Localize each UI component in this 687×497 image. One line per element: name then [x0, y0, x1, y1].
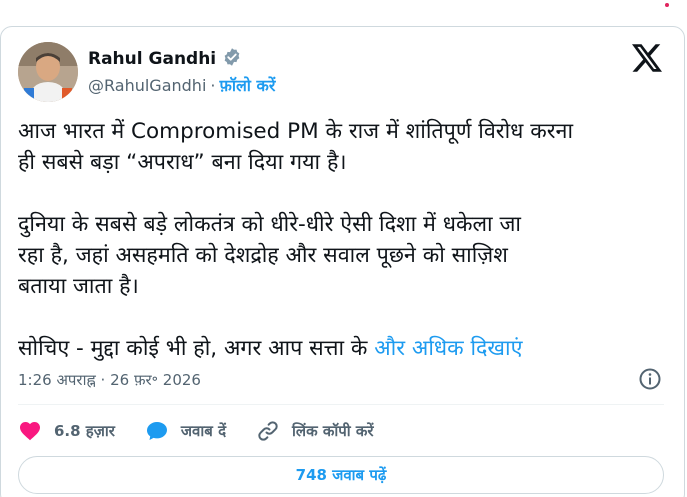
tweet-line: ही सबसे बड़ा “अपराध” बना दिया गया है।: [18, 150, 347, 175]
verified-badge-icon: [222, 47, 242, 71]
x-logo-icon[interactable]: [632, 44, 662, 72]
heart-icon: [20, 422, 40, 441]
tweet-line: रहा है, जहां असहमति को देशद्रोह और सवाल …: [18, 243, 508, 268]
action-bar: 6.8 हज़ार जवाब दें लिंक कॉपी करें: [18, 418, 404, 444]
reply-bubble-icon: [146, 422, 167, 440]
read-replies-button[interactable]: 748 जवाब पढ़ें: [18, 456, 664, 494]
info-icon[interactable]: [638, 367, 662, 391]
copy-link-label: लिंक कॉपी करें: [292, 422, 374, 440]
tweet-line: आज भारत में Compromised PM के राज में शा…: [18, 119, 574, 144]
top-strip: [0, 0, 687, 26]
tweet-line: बताया जाता है।: [18, 274, 139, 299]
notification-dot: [665, 3, 669, 7]
separator-dot: ·: [210, 75, 216, 95]
show-more-link[interactable]: और अधिक दिखाएं: [374, 336, 522, 361]
copy-link-button[interactable]: लिंक कॉपी करें: [256, 419, 374, 443]
reply-label: जवाब दें: [180, 422, 227, 440]
author-name[interactable]: Rahul Gandhi: [88, 49, 216, 69]
like-button[interactable]: 6.8 हज़ार: [18, 419, 115, 443]
timestamp[interactable]: 1:26 अपराह्न · 26 फ़र॰ 2026: [18, 370, 201, 390]
like-count: 6.8 हज़ार: [54, 422, 115, 440]
tweet-line-text: सोचिए - मुद्दा कोई भी हो, अगर आप सत्ता क…: [18, 336, 375, 361]
author-handle-row: @RahulGandhi · फ़ॉलो करें: [88, 74, 275, 96]
reply-button[interactable]: जवाब दें: [145, 419, 226, 443]
avatar[interactable]: [18, 42, 78, 102]
tweet-line: दुनिया के सबसे बड़े लोकतंत्र को धीरे-धीर…: [18, 212, 521, 237]
author-handle[interactable]: @RahulGandhi: [88, 76, 206, 95]
tweet-line-last: सोचिए - मुद्दा कोई भी हो, अगर आप सत्ता क…: [18, 333, 668, 364]
follow-button[interactable]: फ़ॉलो करें: [219, 74, 275, 96]
author-name-row: Rahul Gandhi: [88, 47, 242, 71]
tweet-text: आज भारत में Compromised PM के राज में शा…: [18, 116, 668, 364]
link-icon: [258, 421, 278, 441]
divider: [18, 404, 664, 405]
